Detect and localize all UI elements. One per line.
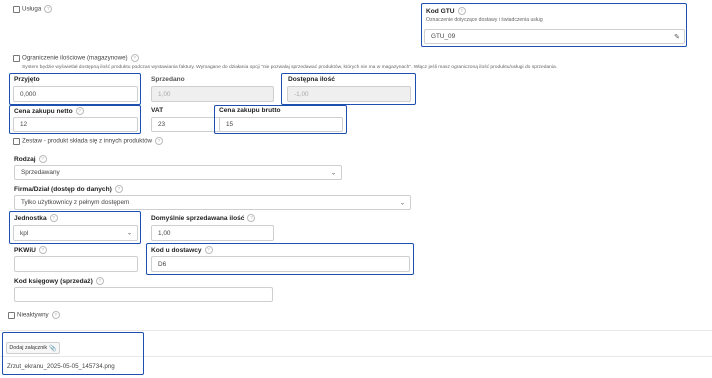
gtu-description: Oznaczenie dotyczące dostawy i świadczen… bbox=[426, 17, 543, 23]
nieaktywny-checkbox[interactable] bbox=[8, 312, 15, 319]
jednostka-label-row: Jednostka? bbox=[14, 214, 58, 222]
rodzaj-select[interactable]: Sprzedawany ⌄ bbox=[14, 165, 342, 180]
kod-ksiegowy-label: Kod księgowy (sprzedaż) bbox=[14, 277, 93, 285]
brutto-value: 15 bbox=[226, 121, 234, 128]
question-circle-icon[interactable]: ? bbox=[114, 185, 123, 193]
rodzaj-label: Rodzaj bbox=[14, 155, 36, 163]
rodzaj-label-row: Rodzaj? bbox=[14, 155, 47, 163]
firma-value: Tylko użytkownicy z pełnym dostępem bbox=[21, 199, 130, 206]
pkwiu-input[interactable] bbox=[14, 256, 138, 272]
domyslna-label-row: Domyślnie sprzedawana ilość? bbox=[151, 214, 256, 222]
przyjeto-input[interactable]: 0,000 bbox=[13, 86, 138, 102]
kod-ksiegowy-input[interactable] bbox=[14, 287, 273, 302]
gtu-label-row: Kod GTU? bbox=[426, 7, 466, 15]
chevron-down-icon: ⌄ bbox=[399, 200, 405, 206]
netto-input[interactable]: 12 bbox=[13, 117, 138, 132]
pkwiu-label-row: PKWiU? bbox=[14, 246, 47, 254]
gtu-label: Kod GTU bbox=[426, 7, 455, 15]
firma-label-row: Firma/Dział (dostęp do danych)? bbox=[14, 185, 123, 193]
question-circle-icon[interactable]: ? bbox=[95, 277, 104, 285]
zestaw-row: Zestaw - produkt składa się z innych pro… bbox=[22, 137, 163, 145]
kod-dostawcy-label-row: Kod u dostawcy? bbox=[151, 246, 213, 254]
question-circle-icon[interactable]: ? bbox=[204, 246, 213, 254]
zestaw-checkbox[interactable] bbox=[13, 138, 20, 145]
add-attachment-button[interactable]: Dodaj załącznik 📎 bbox=[6, 342, 60, 354]
sprzedano-input: 1,00 bbox=[151, 86, 274, 102]
limit-label: Ograniczenie ilościowe (magazynowe) bbox=[22, 54, 128, 62]
przyjeto-label: Przyjęto bbox=[14, 76, 40, 83]
domyslna-value: 1,00 bbox=[158, 229, 171, 237]
chevron-down-icon: ⌄ bbox=[330, 170, 336, 176]
rodzaj-value: Sprzedawany bbox=[21, 169, 60, 176]
question-circle-icon[interactable]: ? bbox=[130, 54, 139, 62]
nieaktywny-label: Nieaktywny bbox=[17, 311, 49, 319]
firma-select[interactable]: Tylko użytkownicy z pełnym dostępem ⌄ bbox=[14, 195, 411, 210]
firma-label: Firma/Dział (dostęp do danych) bbox=[14, 185, 112, 193]
usluga-checkbox[interactable] bbox=[13, 6, 20, 13]
przyjeto-value: 0,000 bbox=[20, 90, 36, 98]
divider bbox=[0, 330, 712, 331]
domyslna-input[interactable]: 1,00 bbox=[151, 225, 274, 241]
dostepna-input: -1,00 bbox=[287, 86, 411, 102]
paperclip-icon: 📎 bbox=[49, 345, 57, 352]
gtu-value: GTU_09 bbox=[431, 33, 456, 40]
kod-ksiegowy-label-row: Kod księgowy (sprzedaż)? bbox=[14, 277, 104, 285]
question-circle-icon[interactable]: ? bbox=[38, 155, 47, 163]
jednostka-label: Jednostka bbox=[14, 214, 47, 222]
usluga-label: Usługa bbox=[22, 5, 42, 13]
jednostka-select[interactable]: kpl ⌄ bbox=[13, 225, 138, 241]
question-circle-icon[interactable]: ? bbox=[457, 7, 466, 15]
question-circle-icon[interactable]: ? bbox=[38, 246, 47, 254]
pkwiu-label: PKWiU bbox=[14, 246, 36, 254]
vat-label: VAT bbox=[151, 107, 164, 114]
dostepna-value: -1,00 bbox=[294, 90, 309, 98]
question-circle-icon[interactable]: ? bbox=[44, 5, 53, 13]
jednostka-value: kpl bbox=[20, 229, 29, 237]
netto-label-row: Cena zakupu netto? bbox=[14, 107, 84, 115]
sprzedano-value: 1,00 bbox=[158, 90, 171, 98]
attachment-file-link[interactable]: Zrzut_ekranu_2025-05-05_145734.png bbox=[7, 363, 115, 370]
question-circle-icon[interactable]: ? bbox=[51, 311, 60, 319]
add-attachment-label: Dodaj załącznik bbox=[9, 345, 48, 351]
gtu-input[interactable]: GTU_09 ✎ bbox=[424, 29, 685, 44]
zestaw-label: Zestaw - produkt składa się z innych pro… bbox=[22, 137, 152, 145]
question-circle-icon[interactable]: ? bbox=[155, 137, 163, 145]
pencil-icon[interactable]: ✎ bbox=[674, 33, 680, 41]
question-circle-icon[interactable]: ? bbox=[247, 214, 256, 222]
kod-dostawcy-label: Kod u dostawcy bbox=[151, 246, 202, 254]
limit-row: Ograniczenie ilościowe (magazynowe)? bbox=[22, 54, 139, 62]
chevron-down-icon: ⌄ bbox=[126, 230, 132, 237]
sprzedano-label: Sprzedano bbox=[151, 76, 185, 83]
vat-value: 23 bbox=[158, 121, 166, 128]
limit-checkbox[interactable] bbox=[13, 55, 20, 62]
brutto-label: Cena zakupu brutto bbox=[219, 107, 281, 114]
netto-label: Cena zakupu netto bbox=[14, 107, 73, 115]
kod-dostawcy-input[interactable]: D6 bbox=[151, 256, 410, 272]
usluga-row: Usługa? bbox=[22, 5, 53, 13]
question-circle-icon[interactable]: ? bbox=[49, 214, 58, 222]
domyslna-label: Domyślnie sprzedawana ilość bbox=[151, 214, 245, 222]
netto-value: 12 bbox=[20, 121, 28, 128]
nieaktywny-row: Nieaktywny? bbox=[17, 311, 60, 319]
limit-description: System będzie wyświetlał dostępną ilość … bbox=[22, 65, 558, 70]
brutto-input[interactable]: 15 bbox=[219, 117, 343, 132]
dostepna-label: Dostępna ilość bbox=[288, 76, 335, 83]
question-circle-icon[interactable]: ? bbox=[75, 107, 84, 115]
kod-dostawcy-value: D6 bbox=[158, 260, 167, 268]
